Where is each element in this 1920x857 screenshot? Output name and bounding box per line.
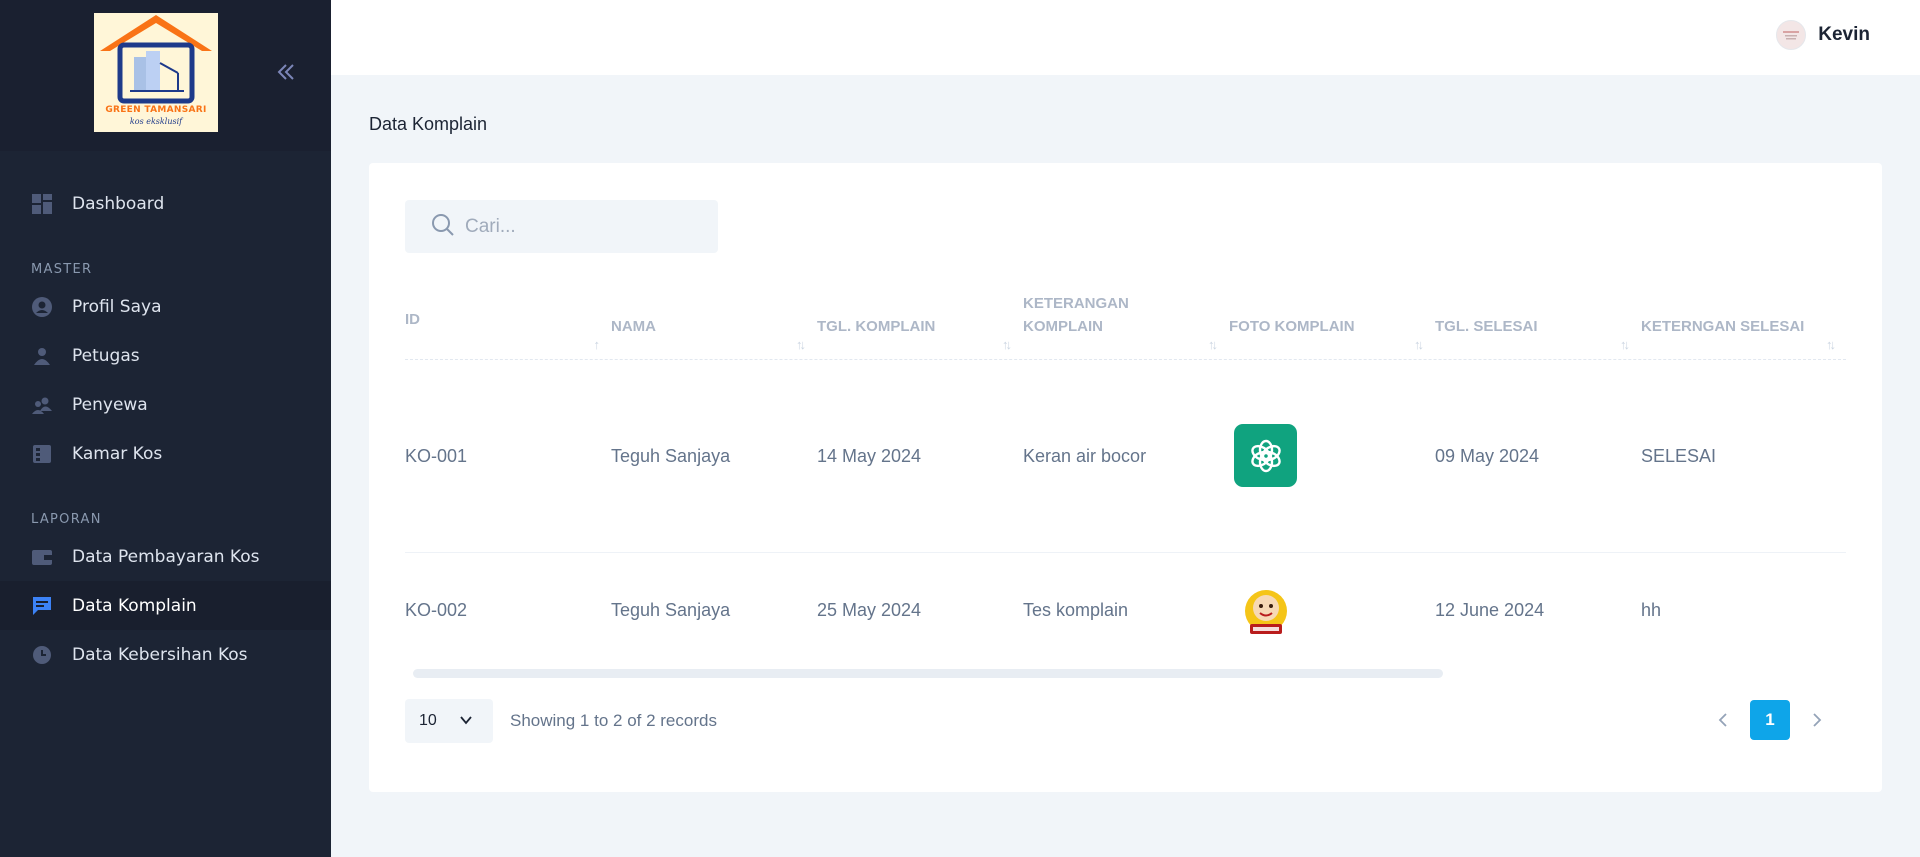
user-menu[interactable]: Kevin	[1776, 20, 1870, 50]
section-laporan: LAPORAN	[31, 512, 102, 527]
cell-tgl-komplain: 25 May 2024	[817, 600, 922, 620]
complaint-photo-thumbnail[interactable]	[1243, 588, 1289, 638]
top-header: Kevin	[331, 0, 1920, 75]
sidebar-item-label: Data Kebersihan Kos	[72, 644, 248, 665]
complaint-table: ID ↑ NAMA ↑↓ TGL. KOMPLAIN ↑↓ KETERANGAN…	[405, 293, 1846, 673]
sidebar-header: GREEN TAMANSARI kos eksklusif	[0, 0, 331, 151]
sidebar-item-label: Kamar Kos	[72, 443, 163, 464]
cell-id: KO-001	[405, 446, 468, 466]
column-header-foto-komplain[interactable]: FOTO KOMPLAIN ↑↓	[1229, 293, 1435, 360]
column-header-label: KETERANGAN KOMPLAIN	[1023, 295, 1129, 335]
column-header-tgl-selesai[interactable]: TGL. SELESAI ↑↓	[1435, 293, 1641, 360]
column-header-label: KETERNGAN SELESAI	[1641, 318, 1805, 335]
horizontal-scrollbar[interactable]	[413, 669, 1443, 678]
table-row[interactable]: KO-002 Teguh Sanjaya 25 May 2024 Tes kom…	[405, 553, 1846, 673]
table-footer: 10 Showing 1 to 2 of 2 records	[405, 699, 717, 743]
complaint-photo-thumbnail[interactable]	[1234, 424, 1297, 487]
chatgpt-logo-icon	[1250, 439, 1281, 472]
column-header-keterngan-selesai[interactable]: KETERNGAN SELESAI ↑↓	[1641, 293, 1847, 360]
section-master: MASTER	[31, 262, 93, 277]
sidebar-item-data-komplain[interactable]: Data Komplain	[0, 581, 331, 630]
column-header-keterangan-komplain[interactable]: KETERANGAN KOMPLAIN ↑↓	[1023, 293, 1229, 360]
column-header-label: FOTO KOMPLAIN	[1229, 318, 1355, 335]
cell-tgl-selesai: 12 June 2024	[1435, 600, 1545, 620]
search-box[interactable]	[405, 200, 718, 253]
sidebar-item-data-pembayaran-kos[interactable]: Data Pembayaran Kos	[0, 532, 331, 581]
sidebar-item-dashboard[interactable]: Dashboard	[0, 179, 331, 228]
clock-icon	[31, 644, 53, 666]
sort-asc-icon: ↑	[593, 337, 600, 352]
column-header-label: NAMA	[611, 318, 656, 335]
sort-icon: ↑↓	[1002, 337, 1012, 352]
cell-nama: Teguh Sanjaya	[611, 600, 731, 620]
sidebar-item-label: Penyewa	[72, 394, 148, 415]
search-icon	[431, 213, 455, 241]
wallet-icon	[31, 546, 53, 568]
user-icon	[31, 345, 53, 367]
page-size-value: 10	[419, 712, 437, 729]
avatar	[1776, 20, 1807, 50]
sidebar-item-label: Data Pembayaran Kos	[72, 546, 260, 567]
pagination: 1	[1708, 700, 1832, 740]
cell-keterangan: Tes komplain	[1023, 600, 1129, 620]
sidebar-item-label: Profil Saya	[72, 296, 162, 317]
cell-tgl-komplain: 14 May 2024	[817, 446, 922, 466]
sort-icon: ↑↓	[1414, 337, 1424, 352]
sort-icon: ↑↓	[1620, 337, 1630, 352]
column-header-label: TGL. KOMPLAIN	[817, 318, 936, 335]
sidebar-item-kamar-kos[interactable]: Kamar Kos	[0, 429, 331, 478]
page-size-select[interactable]: 10	[405, 699, 493, 743]
cell-keterangan: Keran air bocor	[1023, 446, 1147, 466]
column-header-id[interactable]: ID ↑	[405, 293, 611, 360]
sidebar-item-label: Dashboard	[72, 193, 165, 214]
profile-icon	[31, 296, 53, 318]
table-header: ID ↑ NAMA ↑↓ TGL. KOMPLAIN ↑↓ KETERANGAN…	[405, 293, 1846, 360]
sort-icon: ↑↓	[1208, 337, 1218, 352]
records-info: Showing 1 to 2 of 2 records	[510, 711, 717, 730]
page-button[interactable]: 1	[1750, 700, 1790, 740]
room-icon	[31, 443, 53, 465]
logo-text: GREEN TAMANSARI	[105, 105, 207, 115]
column-header-nama[interactable]: NAMA ↑↓	[611, 293, 817, 360]
table-row[interactable]: KO-001 Teguh Sanjaya 14 May 2024 Keran a…	[405, 360, 1846, 553]
sidebar-item-label: Petugas	[72, 345, 140, 366]
brand-logo[interactable]: GREEN TAMANSARI kos eksklusif	[94, 13, 218, 132]
sidebar-item-data-kebersihan-kos[interactable]: Data Kebersihan Kos	[0, 630, 331, 679]
collapse-sidebar-icon[interactable]	[274, 60, 298, 84]
search-input[interactable]	[465, 215, 695, 238]
sort-icon: ↑↓	[1826, 337, 1836, 352]
logo-subtext: kos eksklusif	[129, 117, 183, 126]
mbok-sil-logo-icon	[1245, 590, 1287, 634]
cell-keterangan-selesai: hh	[1641, 600, 1662, 620]
chat-icon	[31, 595, 53, 617]
column-header-label: TGL. SELESAI	[1435, 318, 1538, 335]
next-page-icon[interactable]	[1802, 700, 1832, 740]
column-header-label: ID	[405, 311, 420, 328]
column-header-tgl-komplain[interactable]: TGL. KOMPLAIN ↑↓	[817, 293, 1023, 360]
sidebar-nav: Dashboard MASTER Profil Saya Petugas Pen…	[0, 151, 331, 679]
sidebar: GREEN TAMANSARI kos eksklusif Dashboard …	[0, 0, 331, 857]
cell-keterangan-selesai: SELESAI	[1641, 446, 1717, 466]
prev-page-icon[interactable]	[1708, 700, 1738, 740]
cell-nama: Teguh Sanjaya	[611, 446, 731, 466]
chevron-down-icon	[459, 713, 473, 732]
page-title: Data Komplain	[369, 114, 488, 134]
sidebar-item-profil-saya[interactable]: Profil Saya	[0, 282, 331, 331]
sidebar-item-petugas[interactable]: Petugas	[0, 331, 331, 380]
sort-icon: ↑↓	[796, 337, 806, 352]
cell-tgl-selesai: 09 May 2024	[1435, 446, 1540, 466]
users-icon	[31, 394, 53, 416]
dashboard-icon	[31, 193, 53, 215]
user-name: Kevin	[1818, 24, 1870, 45]
sidebar-item-label: Data Komplain	[72, 595, 197, 616]
sidebar-item-penyewa[interactable]: Penyewa	[0, 380, 331, 429]
cell-id: KO-002	[405, 600, 468, 620]
complaint-table-card: ID ↑ NAMA ↑↓ TGL. KOMPLAIN ↑↓ KETERANGAN…	[369, 163, 1882, 792]
